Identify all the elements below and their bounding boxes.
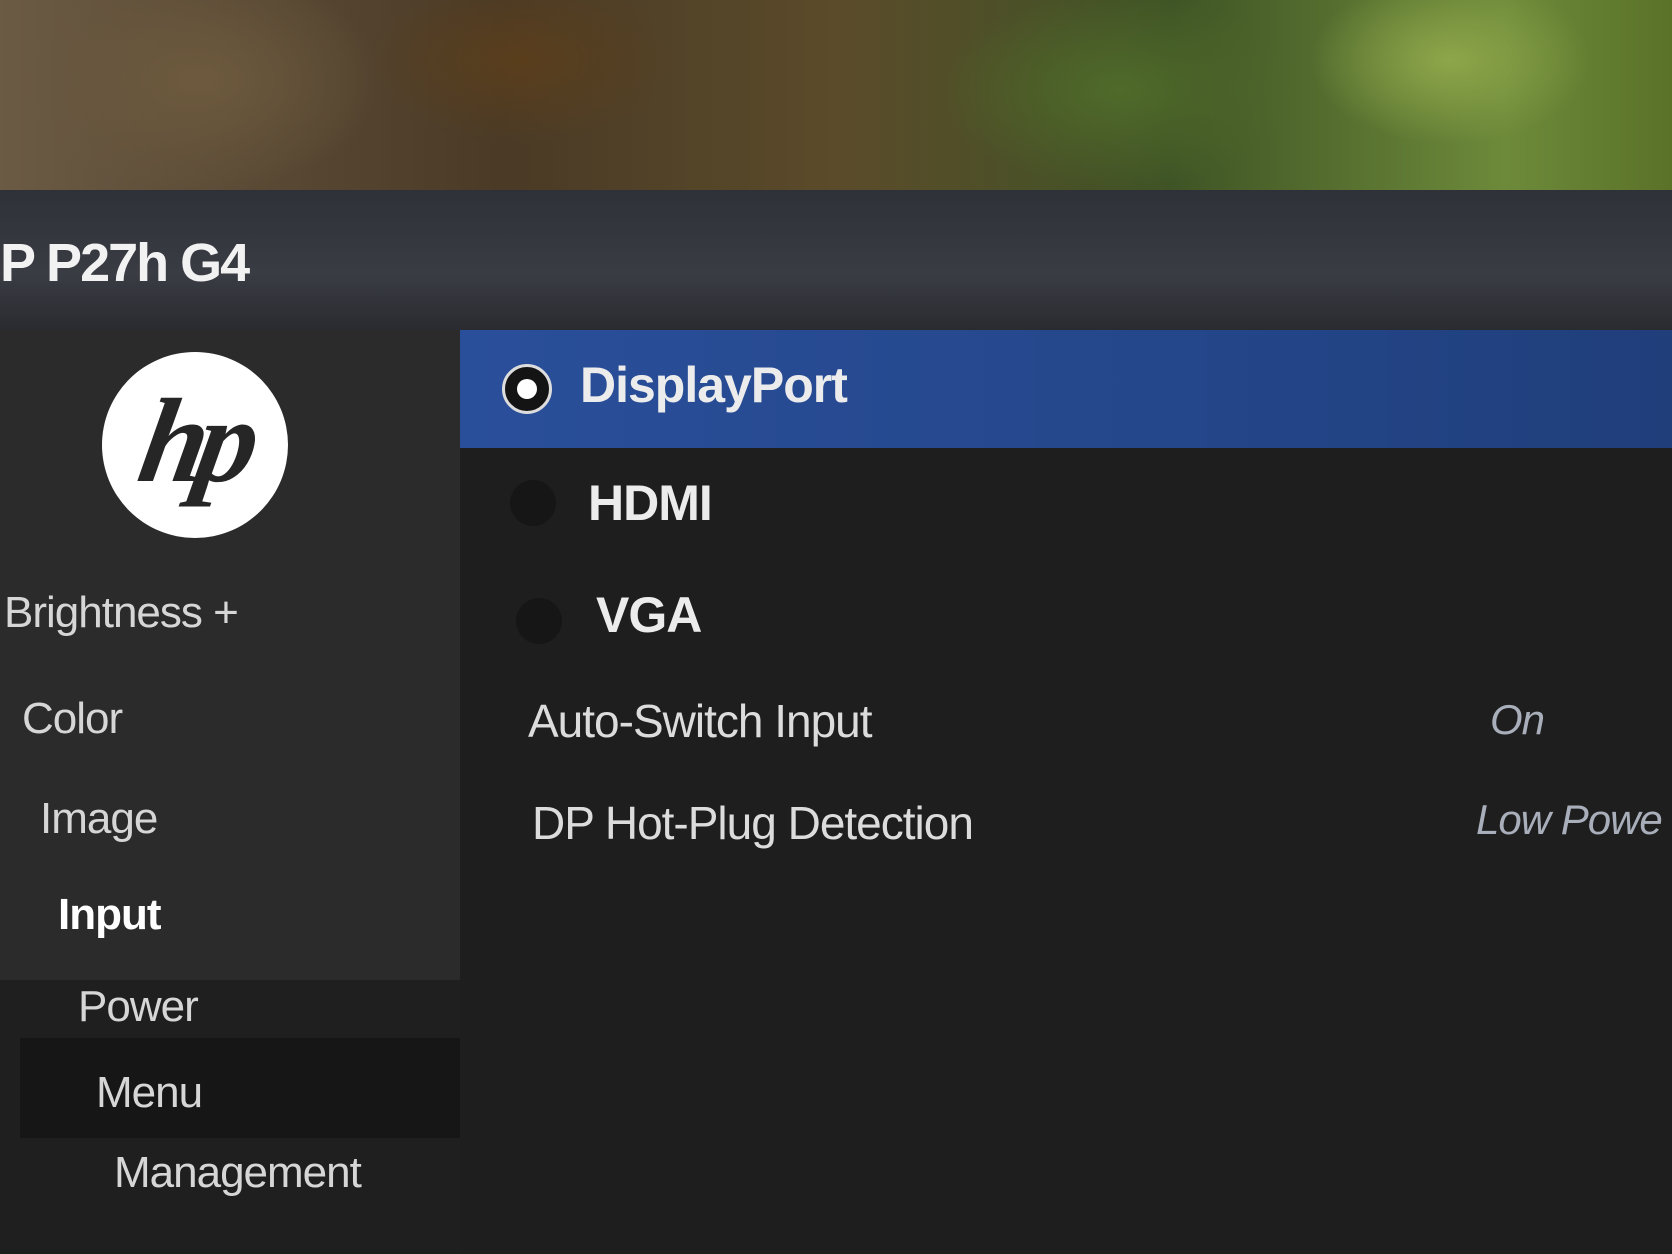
osd-sidebar: hp Brightness + Color Image Input Power … — [0, 330, 510, 1254]
nav-item-image[interactable]: Image — [40, 794, 158, 844]
radio-hdmi[interactable] — [510, 480, 556, 526]
option-vga[interactable]: VGA — [596, 586, 702, 644]
nav-item-menu[interactable]: Menu — [96, 1068, 203, 1118]
model-name: P P27h G4 — [0, 233, 250, 293]
monitor-screen: P P27h G4 hp Brightness + Color Image In… — [0, 0, 1672, 1254]
nav-item-management[interactable]: Management — [114, 1148, 362, 1198]
setting-auto-switch-input[interactable]: Auto-Switch Input — [528, 694, 873, 748]
radio-displayport[interactable] — [502, 364, 552, 414]
setting-auto-switch-input-value: On — [1490, 696, 1545, 743]
hp-logo: hp — [102, 352, 288, 538]
nav-item-power[interactable]: Power — [78, 982, 199, 1032]
setting-dp-hot-plug-detection[interactable]: DP Hot-Plug Detection — [532, 796, 974, 850]
osd-menu: P P27h G4 hp Brightness + Color Image In… — [0, 190, 1672, 1254]
background-photo — [0, 0, 1672, 200]
nav-item-color[interactable]: Color — [22, 694, 123, 744]
option-displayport[interactable]: DisplayPort — [580, 356, 848, 414]
osd-header: P P27h G4 — [0, 190, 1672, 330]
input-panel: DisplayPort HDMI VGA Auto-Switch Input O… — [460, 330, 1672, 1254]
option-hdmi[interactable]: HDMI — [588, 474, 713, 532]
nav-active-highlight — [20, 1038, 510, 1138]
nav-item-input[interactable]: Input — [58, 890, 162, 940]
nav-item-brightness[interactable]: Brightness + — [4, 588, 239, 638]
setting-dp-hot-plug-detection-value: Low Powe — [1476, 796, 1663, 843]
radio-vga[interactable] — [516, 598, 562, 644]
hp-logo-text: hp — [129, 374, 261, 507]
